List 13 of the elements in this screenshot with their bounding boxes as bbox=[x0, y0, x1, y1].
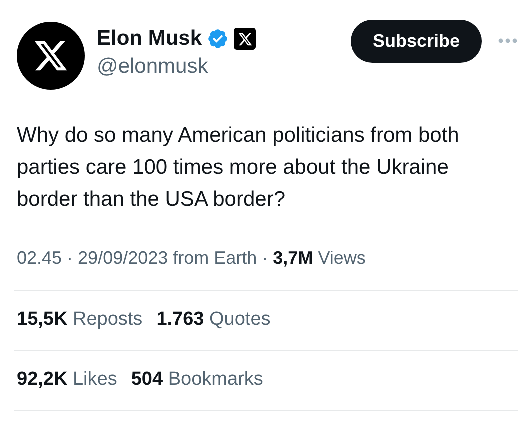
separator-dot: · bbox=[67, 246, 74, 270]
subscribe-button[interactable]: Subscribe bbox=[350, 20, 482, 63]
separator-dot: · bbox=[262, 246, 268, 270]
stat-link[interactable]: 1.763 Quotes bbox=[156, 306, 271, 335]
author-name[interactable]: Elon Musk bbox=[97, 26, 202, 52]
post-time: 02.45 bbox=[17, 246, 62, 270]
author-handle[interactable]: @elonmusk bbox=[97, 54, 256, 80]
post-date: 29/09/2023 from Earth bbox=[78, 246, 258, 270]
stat-link[interactable]: 15,5K Reposts bbox=[17, 306, 143, 335]
stat-link[interactable]: 504 Bookmarks bbox=[131, 366, 264, 395]
stat-link[interactable]: 92,2K Likes bbox=[17, 366, 118, 395]
views-count: 3,7M Views bbox=[273, 246, 366, 270]
post-text: Why do so many American politicians from both parties care 100 times more about the Ukraine border than the USA border? bbox=[16, 123, 460, 213]
